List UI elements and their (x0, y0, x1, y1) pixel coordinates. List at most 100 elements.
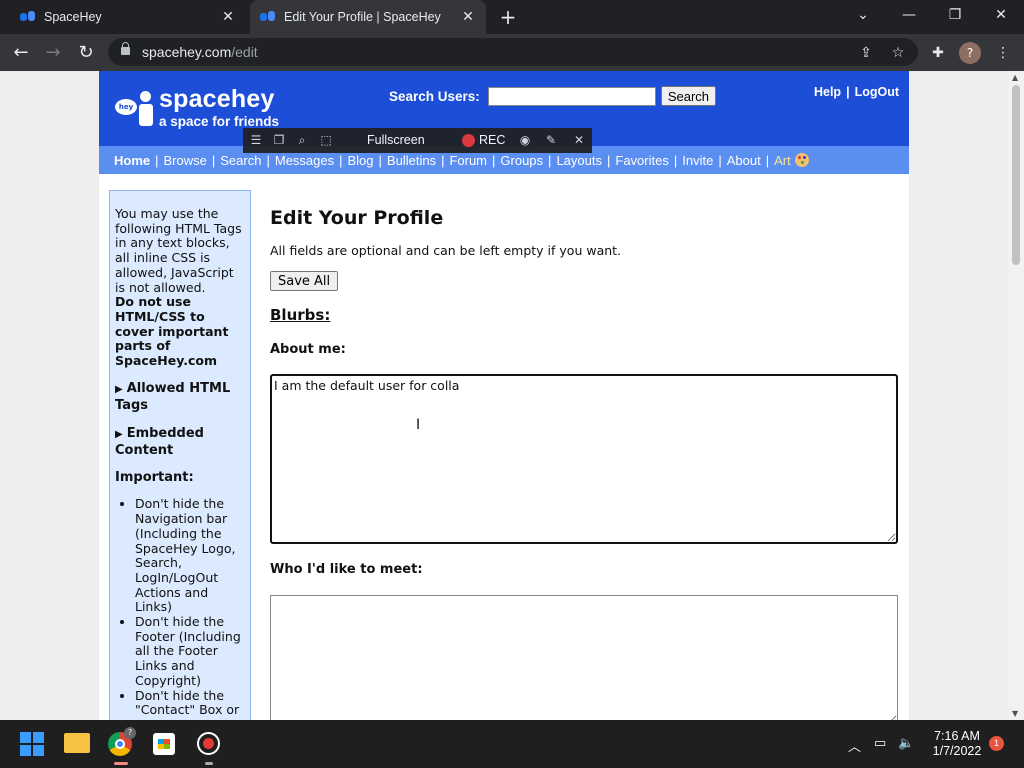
address-bar[interactable]: spacehey.com/edit (108, 38, 918, 66)
logo-tagline: a space for friends (159, 114, 280, 129)
nav-search[interactable]: Search (220, 153, 261, 168)
menu-icon[interactable]: ☰ (248, 132, 264, 148)
user-search: Search Users: Search (389, 85, 717, 107)
recorder-icon[interactable] (197, 732, 220, 755)
nav-separator: | (155, 152, 159, 168)
tab-title: SpaceHey (44, 10, 102, 24)
menu-dots-icon[interactable]: ⋮ (993, 43, 1013, 63)
who-to-meet-textarea[interactable] (270, 595, 898, 720)
text-cursor-icon: Ι (416, 417, 421, 433)
window-capture-icon[interactable]: ❐ (271, 132, 287, 148)
search-label: Search Users: (389, 88, 480, 104)
who-to-meet-label: Who I'd like to meet: (270, 562, 423, 577)
nav-separator: | (378, 152, 382, 168)
about-me-textarea[interactable]: I am the default user for colla (270, 374, 898, 544)
search-button[interactable]: Search (660, 86, 717, 106)
close-icon[interactable]: ✕ (460, 8, 476, 24)
profile-avatar[interactable]: ? (959, 42, 981, 64)
nav-separator: | (266, 152, 270, 168)
star-icon[interactable]: ☆ (888, 43, 908, 63)
restore-icon[interactable]: ❐ (932, 0, 978, 34)
nav-separator: | (673, 152, 678, 168)
record-dot-icon (462, 134, 475, 147)
nav-about[interactable]: About (727, 153, 761, 168)
screen-recorder-toolbar: ☰ ❐ ⌕ ⬚ Fullscreen REC ◉ ✎ ✕ (243, 128, 592, 153)
allowed-tags-toggle[interactable]: ▶ Allowed HTML Tags (115, 381, 246, 414)
html-help-sidebar: You may use the following HTML Tags in a… (109, 190, 251, 720)
help-link[interactable]: Help (814, 85, 841, 99)
nav-bulletins[interactable]: Bulletins (387, 153, 436, 168)
system-clock[interactable]: 7:16 AM 1/7/2022 (925, 729, 989, 759)
reload-icon[interactable]: ↻ (75, 42, 97, 64)
forward-icon[interactable]: → (42, 42, 64, 64)
nav-blog[interactable]: Blog (348, 153, 374, 168)
store-icon[interactable] (153, 733, 175, 755)
chevron-up-icon[interactable]: ︿ (848, 736, 861, 755)
nav-separator: | (606, 152, 611, 168)
scroll-down-icon[interactable]: ▼ (1012, 709, 1018, 718)
minimize-icon[interactable]: — (886, 0, 932, 34)
form-hint: All fields are optional and can be left … (270, 243, 622, 258)
embedded-content-label: Embedded Content (115, 425, 204, 458)
pen-icon[interactable]: ✎ (543, 132, 559, 148)
nav-browse[interactable]: Browse (164, 153, 207, 168)
clock-date: 1/7/2022 (932, 744, 982, 758)
tab-title: Edit Your Profile | SpaceHey (284, 10, 441, 24)
allowed-tags-label: Allowed HTML Tags (115, 380, 231, 413)
nav-groups[interactable]: Groups (500, 153, 543, 168)
nav-layouts[interactable]: Layouts (556, 153, 602, 168)
tab-spacehey[interactable]: SpaceHey ✕ (8, 0, 246, 34)
embedded-content-toggle[interactable]: ▶ Embedded Content (115, 426, 246, 459)
scroll-up-icon[interactable]: ▲ (1012, 73, 1018, 82)
volume-icon[interactable]: 🔈 (898, 736, 914, 751)
rules-list: Don't hide the Navigation bar (Including… (115, 497, 246, 718)
logo-brand: spacehey (159, 85, 275, 113)
search-input[interactable] (487, 86, 656, 106)
windows-start-icon[interactable] (20, 732, 44, 756)
browser-tab-strip: SpaceHey ✕ Edit Your Profile | SpaceHey … (0, 0, 1024, 34)
network-icon[interactable]: ▭ (874, 736, 886, 751)
camera-icon[interactable]: ◉ (517, 132, 533, 148)
scroll-thumb[interactable] (1012, 85, 1020, 265)
top-links: Help | LogOut (814, 85, 899, 99)
close-icon[interactable]: ✕ (571, 132, 587, 148)
file-explorer-icon[interactable] (64, 733, 90, 753)
nav-separator: | (765, 152, 770, 168)
nav-favorites[interactable]: Favorites (615, 153, 668, 168)
share-icon[interactable]: ⇪ (856, 43, 876, 63)
nav-messages[interactable]: Messages (275, 153, 334, 168)
fullscreen-button[interactable]: Fullscreen (367, 133, 425, 147)
clock-time: 7:16 AM (934, 729, 980, 743)
important-heading: Important: (115, 469, 194, 485)
spacehey-logo[interactable]: hey spacehey a space for friends (115, 85, 295, 133)
nav-separator: | (211, 152, 216, 168)
rec-button[interactable]: REC (479, 133, 505, 147)
separator: | (846, 85, 850, 99)
running-app-indicator (205, 762, 213, 765)
close-icon[interactable]: ✕ (220, 8, 236, 24)
page-title: Edit Your Profile (270, 207, 444, 229)
browser-toolbar: ← → ↻ spacehey.com/edit ⇪ ☆ ✚ ⋮ (0, 34, 1024, 71)
nav-art[interactable]: Art (774, 153, 791, 168)
save-all-button[interactable]: Save All (270, 271, 339, 291)
plus-icon[interactable]: + (498, 7, 518, 27)
nav-separator: | (339, 152, 343, 168)
nav-invite[interactable]: Invite (682, 153, 713, 168)
nav-home[interactable]: Home (114, 153, 150, 168)
page-scrollbar[interactable]: ▲ ▼ (1008, 71, 1024, 720)
region-select-icon[interactable]: ⬚ (318, 132, 334, 148)
nav-separator: | (548, 152, 552, 168)
logout-link[interactable]: LogOut (855, 85, 899, 99)
extensions-icon[interactable]: ✚ (928, 43, 948, 63)
list-item: Don't hide the Footer (Including all the… (135, 614, 246, 689)
back-icon[interactable]: ← (10, 42, 32, 64)
window-close-icon[interactable]: ✕ (978, 0, 1024, 34)
spacehey-favicon (20, 10, 36, 24)
tab-edit-profile[interactable]: Edit Your Profile | SpaceHey ✕ (250, 0, 486, 34)
lock-icon (121, 42, 130, 55)
list-item: Don't hide the "Contact" Box or (135, 688, 246, 718)
nav-forum[interactable]: Forum (449, 153, 487, 168)
tab-search-chevron-icon[interactable]: ⌄ (840, 0, 886, 34)
region-zoom-icon[interactable]: ⌕ (294, 132, 310, 148)
notification-badge[interactable]: 1 (989, 736, 1004, 751)
